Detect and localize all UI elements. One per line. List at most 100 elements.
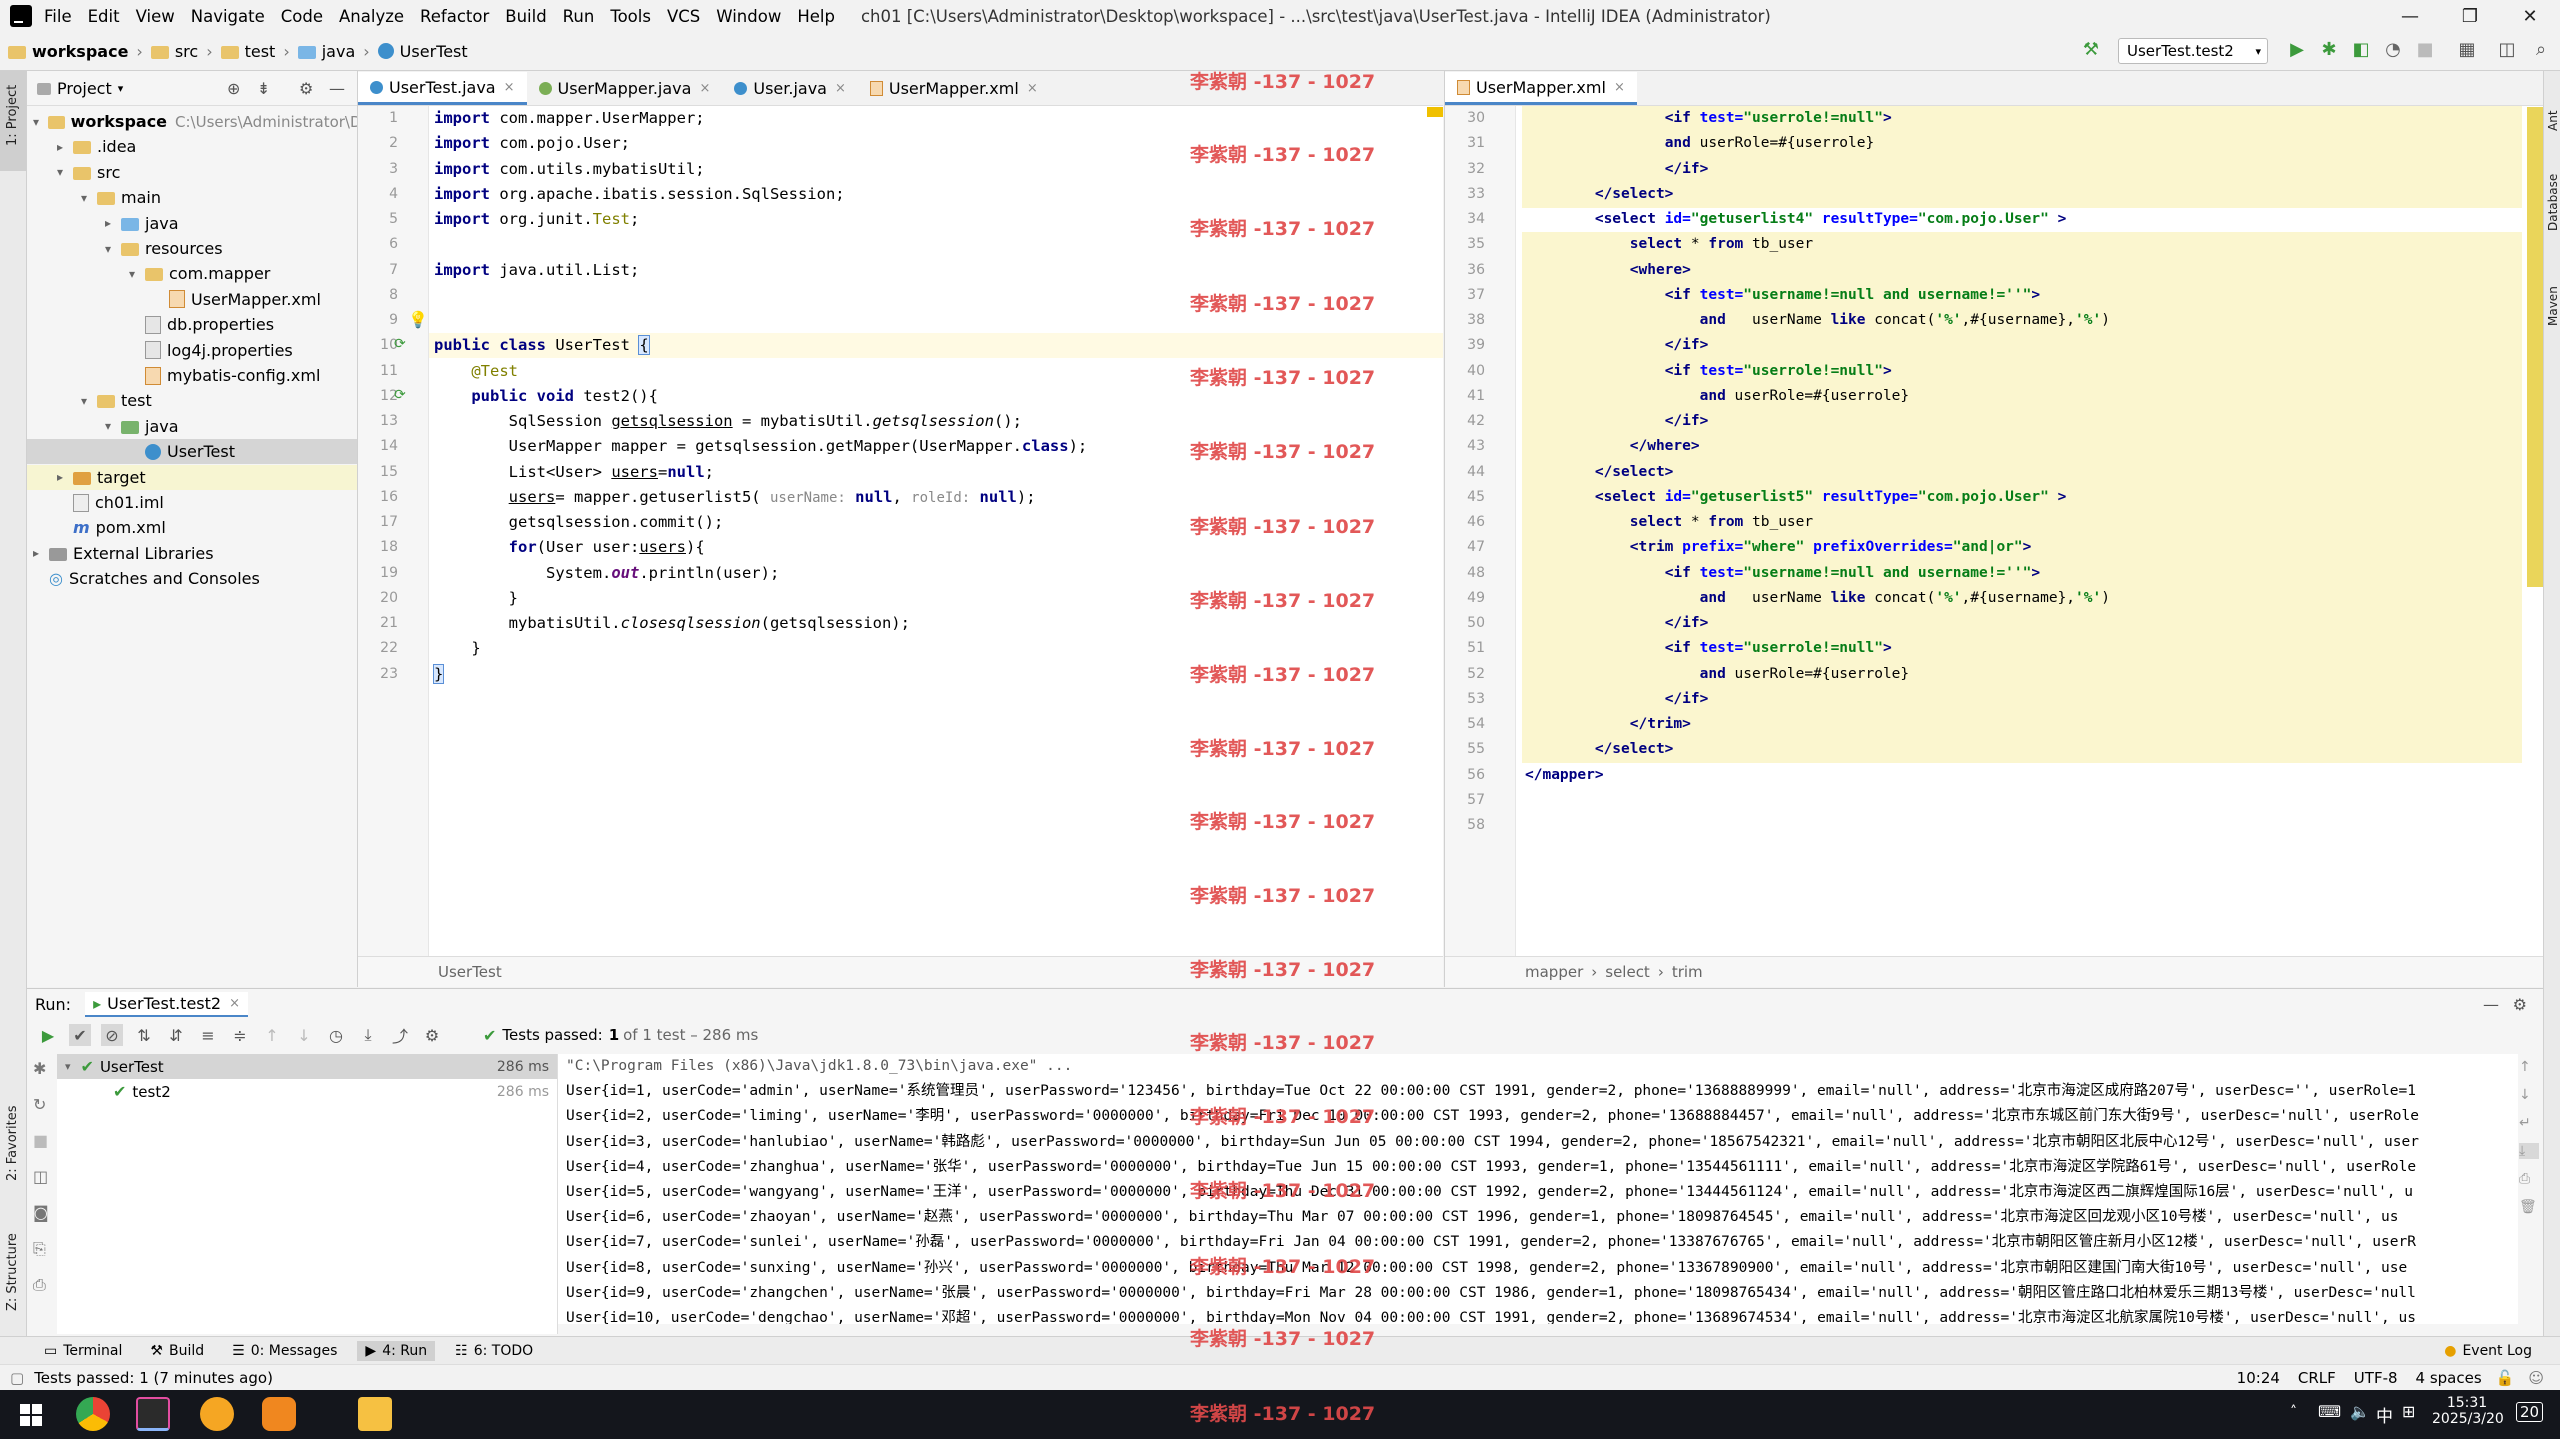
stop-icon[interactable]: ■ bbox=[33, 1131, 48, 1150]
stripe-ant-label[interactable]: Ant bbox=[2546, 110, 2560, 131]
project-structure-icon[interactable]: ▦ bbox=[2456, 38, 2478, 60]
breadcrumb-workspace[interactable]: workspace bbox=[32, 42, 128, 61]
lock-icon[interactable]: 🔓 bbox=[2496, 1369, 2515, 1387]
chevron-down-icon[interactable]: ▾ bbox=[57, 165, 73, 179]
tree-item-usermapper-xml[interactable]: UserMapper.xml bbox=[27, 287, 357, 312]
caret-position[interactable]: 10:24 bbox=[2237, 1369, 2280, 1387]
menu-edit[interactable]: Edit bbox=[88, 7, 120, 26]
intellij-taskbar-icon[interactable] bbox=[136, 1397, 170, 1431]
file-encoding[interactable]: UTF-8 bbox=[2354, 1369, 2398, 1387]
tray-chevron-icon[interactable]: ˄ bbox=[2290, 1404, 2297, 1420]
collapse-icon[interactable]: ⇟ bbox=[257, 79, 270, 98]
debug-icon[interactable]: ✱ bbox=[2318, 38, 2340, 60]
run-tab[interactable]: ▸ UserTest.test2 × bbox=[85, 991, 248, 1017]
chevron-down-icon[interactable]: ▾ bbox=[129, 267, 145, 281]
tab-usermapper-xml[interactable]: UserMapper.xml × bbox=[858, 72, 1050, 105]
breadcrumb-src[interactable]: src bbox=[175, 42, 198, 61]
tab-user-java[interactable]: User.java × bbox=[722, 72, 858, 105]
menu-run[interactable]: Run bbox=[563, 7, 595, 26]
menu-refactor[interactable]: Refactor bbox=[420, 7, 489, 26]
stripe-database-label[interactable]: Database bbox=[2546, 174, 2560, 231]
menu-build[interactable]: Build bbox=[505, 7, 546, 26]
tree-item-scratches-and-consoles[interactable]: ◎ Scratches and Consoles bbox=[27, 566, 357, 591]
close-tab-icon[interactable]: × bbox=[1614, 80, 1625, 95]
tool-build[interactable]: ⚒ Build bbox=[142, 1341, 212, 1361]
file-explorer-icon[interactable] bbox=[358, 1397, 392, 1431]
stripe-project-label[interactable]: 1: Project bbox=[5, 85, 20, 146]
menu-code[interactable]: Code bbox=[281, 7, 323, 26]
chevron-right-icon[interactable]: ▸ bbox=[57, 470, 73, 484]
intention-bulb-icon[interactable]: 💡 bbox=[408, 310, 428, 329]
tree-item-external-libraries[interactable]: ▸ External Libraries bbox=[27, 541, 357, 566]
line-separator[interactable]: CRLF bbox=[2298, 1369, 2336, 1387]
chevron-right-icon[interactable]: ▸ bbox=[57, 140, 73, 154]
tree-item--idea[interactable]: ▸ .idea bbox=[27, 134, 357, 159]
network-icon[interactable]: ⌨ bbox=[2318, 1402, 2341, 1421]
tree-item-resources[interactable]: ▾ resources bbox=[27, 236, 357, 261]
test-row-test2[interactable]: ✔ test2 286 ms bbox=[57, 1079, 557, 1104]
menu-vcs[interactable]: VCS bbox=[667, 7, 700, 26]
change-markers[interactable] bbox=[2527, 107, 2543, 587]
show-passed-icon[interactable]: ✔ bbox=[69, 1024, 91, 1046]
chrome-icon[interactable] bbox=[76, 1397, 110, 1431]
maximize-button[interactable]: ❐ bbox=[2440, 0, 2500, 32]
inspector-icon[interactable]: ☺ bbox=[2528, 1369, 2544, 1387]
prev-failed-icon[interactable]: ↑ bbox=[261, 1024, 283, 1046]
menu-file[interactable]: File bbox=[44, 7, 72, 26]
tree-item-main[interactable]: ▾ main bbox=[27, 185, 357, 210]
tool-event-log[interactable]: ● Event Log bbox=[2436, 1341, 2540, 1361]
menu-view[interactable]: View bbox=[136, 7, 175, 26]
stripe-favorites-label[interactable]: 2: Favorites bbox=[5, 1105, 20, 1181]
show-ignored-icon[interactable]: ⊘ bbox=[101, 1024, 123, 1046]
collapse-all-icon[interactable]: ≑ bbox=[229, 1024, 251, 1046]
warning-marker[interactable] bbox=[1427, 107, 1443, 117]
tool-messages[interactable]: ☰ 0: Messages bbox=[224, 1341, 345, 1361]
debug-bug-icon[interactable]: ✱ bbox=[33, 1059, 46, 1078]
stripe-structure-label[interactable]: Z: Structure bbox=[5, 1233, 20, 1311]
print-icon[interactable]: ⎙ bbox=[33, 1275, 46, 1295]
tree-item-java[interactable]: ▸ java bbox=[27, 211, 357, 236]
gear-icon[interactable]: ⚙ bbox=[2513, 995, 2527, 1014]
restore-layout-icon[interactable]: ⎘ bbox=[33, 1239, 46, 1259]
next-failed-icon[interactable]: ↓ bbox=[293, 1024, 315, 1046]
run-test-gutter-icon[interactable]: ⟳ bbox=[394, 387, 406, 403]
menu-analyze[interactable]: Analyze bbox=[339, 7, 404, 26]
close-button[interactable]: ✕ bbox=[2500, 0, 2560, 32]
sdk-icon[interactable]: ◫ bbox=[2496, 38, 2518, 60]
gear-icon[interactable]: ⚙ bbox=[299, 79, 313, 98]
keyboard-icon[interactable]: ⊞ bbox=[2402, 1402, 2415, 1421]
chevron-down-icon[interactable]: ▾ bbox=[118, 82, 124, 95]
tree-item-usertest[interactable]: UserTest bbox=[27, 439, 357, 465]
trash-icon[interactable]: 🗑 bbox=[2519, 1199, 2539, 1215]
tool-todo[interactable]: ☷ 6: TODO bbox=[447, 1341, 541, 1361]
code-area[interactable]: <if test="userrole!=null"> and userRole=… bbox=[1445, 106, 2543, 957]
arrow-down-icon[interactable]: ↓ bbox=[2519, 1087, 2539, 1103]
tree-item-src[interactable]: ▾ src bbox=[27, 160, 357, 185]
camera-icon[interactable]: ◙ bbox=[33, 1203, 49, 1222]
close-tab-icon[interactable]: × bbox=[699, 81, 710, 96]
expand-all-icon[interactable]: ≡ bbox=[197, 1024, 219, 1046]
minimize-button[interactable]: — bbox=[2380, 0, 2440, 32]
soft-wrap-icon[interactable]: ↵ bbox=[2519, 1115, 2539, 1131]
chevron-down-icon[interactable]: ▾ bbox=[33, 115, 48, 129]
menu-help[interactable]: Help bbox=[797, 7, 835, 26]
tree-item-pom-xml[interactable]: m pom.xml bbox=[27, 515, 357, 540]
restart-icon[interactable]: ↻ bbox=[33, 1095, 46, 1114]
history-icon[interactable]: ◷ bbox=[325, 1024, 347, 1046]
close-tab-icon[interactable]: × bbox=[229, 996, 240, 1011]
windows-start-icon[interactable] bbox=[20, 1404, 42, 1426]
tab-usermapper-java[interactable]: UserMapper.java × bbox=[527, 72, 723, 105]
tree-item-mybatis-config-xml[interactable]: mybatis-config.xml bbox=[27, 363, 357, 388]
build-hammer-icon[interactable]: ⚒ bbox=[2080, 38, 2102, 60]
chevron-down-icon[interactable]: ▾ bbox=[105, 242, 121, 256]
scroll-to-end-icon[interactable]: ⤓ bbox=[2519, 1143, 2539, 1159]
breadcrumb-select[interactable]: select bbox=[1605, 963, 1650, 981]
editor-breadcrumb-usertest[interactable]: UserTest bbox=[438, 963, 502, 981]
tree-item-ch01-iml[interactable]: ch01.iml bbox=[27, 490, 357, 515]
run-test-gutter-icon[interactable]: ⟳ bbox=[394, 336, 406, 352]
tree-item-log4j-properties[interactable]: log4j.properties bbox=[27, 338, 357, 363]
rerun-icon[interactable]: ▶ bbox=[37, 1024, 59, 1046]
tree-item-test[interactable]: ▾ test bbox=[27, 388, 357, 413]
indent-setting[interactable]: 4 spaces bbox=[2416, 1369, 2482, 1387]
chevron-right-icon[interactable]: ▸ bbox=[105, 216, 121, 230]
